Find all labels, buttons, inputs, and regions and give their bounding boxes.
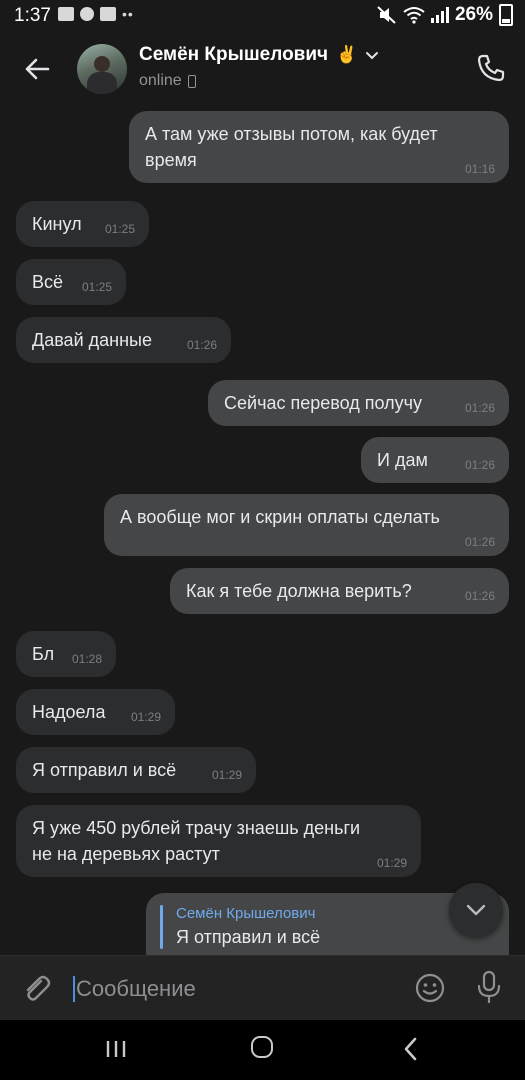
chevron-down-icon[interactable] <box>365 48 379 62</box>
incoming-message[interactable]: Я отправил и всё 01:29 <box>16 747 256 793</box>
message-text: Как я тебе должна верить? <box>186 581 412 601</box>
attach-icon[interactable] <box>20 972 52 1004</box>
notification-icons: •• <box>58 7 134 21</box>
message-text: Кинул <box>32 214 82 234</box>
incoming-message[interactable]: Кинул 01:25 <box>16 201 149 247</box>
message-time: 01:26 <box>464 589 495 603</box>
home-icon[interactable] <box>251 1036 273 1058</box>
mail-notification-icon <box>100 7 116 21</box>
message-time: 01:25 <box>104 222 135 236</box>
mobile-device-icon <box>187 74 196 88</box>
message-time: 01:29 <box>376 856 407 870</box>
scroll-down-icon <box>466 904 486 916</box>
message-list[interactable]: А там уже отзывы потом, как будет время 0… <box>0 110 525 955</box>
message-time: 01:26 <box>464 535 495 549</box>
incoming-message[interactable]: Надоела 01:29 <box>16 689 175 735</box>
recent-apps-icon[interactable] <box>104 1038 128 1060</box>
message-text: Я уже 450 рублей трачу знаешь деньги не … <box>32 818 361 864</box>
incoming-message[interactable]: Бл 01:28 <box>16 631 116 677</box>
message-time: 01:29 <box>211 768 242 782</box>
message-text: А там уже отзывы потом, как будет время <box>145 124 438 170</box>
reply-quote-bar <box>160 905 163 949</box>
phone-icon[interactable] <box>475 52 507 84</box>
chat-header: Семён Крышелович ✌ online <box>0 32 525 110</box>
outgoing-message[interactable]: А там уже отзывы потом, как будет время 0… <box>129 111 509 183</box>
scroll-down-button[interactable] <box>449 883 503 937</box>
message-time: 01:26 <box>464 401 495 415</box>
battery-icon <box>499 4 513 26</box>
text-cursor <box>73 976 75 1002</box>
outgoing-message[interactable]: Сейчас перевод получу 01:26 <box>208 380 509 426</box>
message-text: Я отправил и всё <box>32 760 177 780</box>
message-input[interactable]: Сообщение <box>76 976 196 1002</box>
contact-name: Семён Крышелович <box>139 44 329 65</box>
system-navigation-bar <box>0 1020 525 1080</box>
message-time: 01:28 <box>71 652 102 666</box>
message-text: Всё <box>32 272 64 292</box>
emoji-icon[interactable] <box>414 972 446 1004</box>
gallery-notification-icon <box>58 7 74 21</box>
message-text: Сейчас перевод получу <box>224 393 422 413</box>
message-time: 01:26 <box>464 458 495 472</box>
incoming-message[interactable]: Давай данные 01:26 <box>16 317 231 363</box>
incoming-message[interactable]: Всё 01:25 <box>16 259 126 305</box>
status-bar: 1:37 •• 26% <box>0 0 525 32</box>
system-status: 26% <box>377 4 513 26</box>
presence-status: online <box>139 72 182 89</box>
contact-emoji: ✌ <box>336 45 358 64</box>
contact-name-row[interactable]: Семён Крышелович ✌ <box>139 44 379 66</box>
message-time: 01:26 <box>186 338 217 352</box>
signal-icon <box>430 7 449 23</box>
message-time: 01:25 <box>81 280 112 294</box>
incoming-message[interactable]: Я уже 450 рублей трачу знаешь деньги не … <box>16 805 421 877</box>
message-time: 01:16 <box>464 162 495 176</box>
mute-icon <box>377 6 396 24</box>
message-text: Надоела <box>32 702 106 722</box>
wifi-icon <box>403 7 425 24</box>
presence-row: online <box>139 72 196 90</box>
reply-author: Семён Крышелович <box>176 905 316 922</box>
message-time: 01:29 <box>130 710 161 724</box>
message-text: Давай данные <box>32 330 152 350</box>
message-text: И дам <box>377 450 428 470</box>
back-arrow-icon[interactable] <box>22 54 52 84</box>
composer: Сообщение <box>0 955 525 1021</box>
nav-back-icon[interactable] <box>400 1036 422 1062</box>
reply-text: Я отправил и всё <box>176 927 321 947</box>
battery-percent: 26% <box>454 4 493 25</box>
outgoing-message[interactable]: Как я тебе должна верить? 01:26 <box>170 568 509 614</box>
outgoing-message[interactable]: И дам 01:26 <box>361 437 509 483</box>
outgoing-message[interactable]: А вообще мог и скрин оплаты сделать 01:26 <box>104 494 509 556</box>
status-time: 1:37 <box>14 5 51 26</box>
message-text: А вообще мог и скрин оплаты сделать <box>120 507 440 527</box>
microphone-icon[interactable] <box>474 970 504 1004</box>
more-notifications-icon: •• <box>122 6 134 22</box>
avatar[interactable] <box>77 44 127 94</box>
message-text: Бл <box>32 644 55 664</box>
chat-notification-icon <box>80 7 94 21</box>
